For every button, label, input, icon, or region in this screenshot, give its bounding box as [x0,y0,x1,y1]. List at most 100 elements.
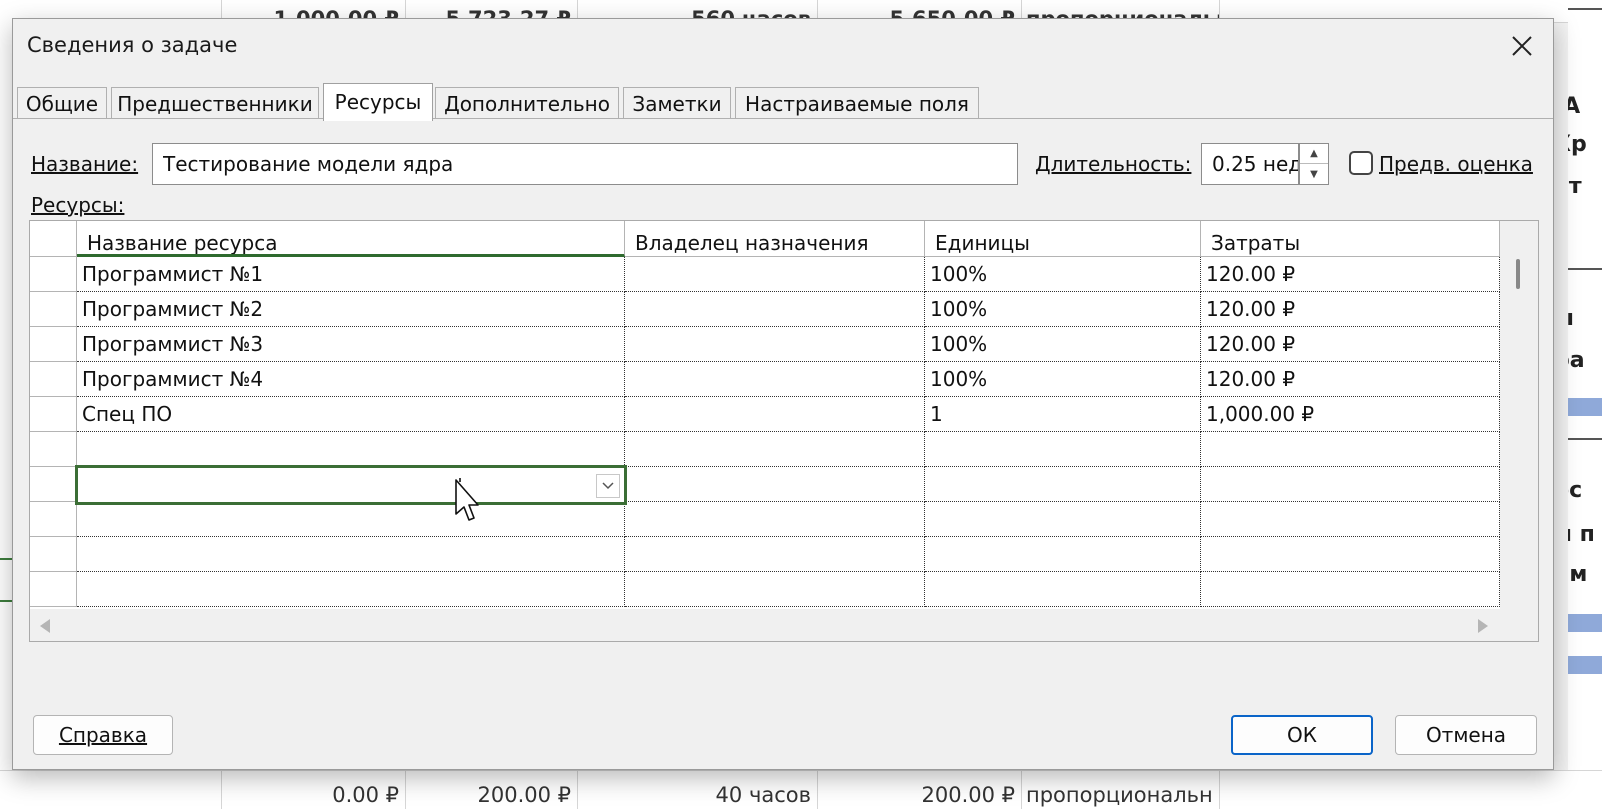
cell-units[interactable]: 100% [925,257,1201,292]
bg-fragment: ос [1568,478,1583,503]
cell-owner[interactable] [625,257,925,292]
cell-resource-name[interactable]: Программист №2 [77,292,625,327]
cell-units[interactable] [925,572,1201,607]
row-header[interactable] [30,397,77,432]
close-button[interactable] [1499,25,1545,67]
cell-resource-name[interactable]: Спец ПО [77,397,625,432]
gantt-bar [1568,398,1602,416]
column-header-resource-name[interactable]: Название ресурса [77,221,625,257]
cell-units[interactable]: 100% [925,362,1201,397]
tab-predecessors[interactable]: Предшественники [111,87,319,119]
bg-cell: 40 часов [578,771,818,809]
cell-units[interactable] [925,467,1201,502]
row-header[interactable] [30,257,77,292]
resources-label: Ресурсы: [31,193,125,217]
cancel-button[interactable]: Отмена [1395,715,1537,755]
help-button[interactable]: Справка [33,715,173,755]
dialog-title: Сведения о задаче [27,33,238,57]
row-header[interactable] [30,327,77,362]
task-info-dialog: Сведения о задаче Общие Предшественники … [12,18,1554,770]
close-icon [1512,36,1532,56]
bg-cell: 0.00 ₽ [222,771,406,809]
cell-cost[interactable] [1201,537,1500,572]
row-header[interactable] [30,537,77,572]
cell-owner[interactable] [625,537,925,572]
cell-resource-name[interactable] [77,502,625,537]
cell-owner[interactable] [625,397,925,432]
cell-cost[interactable] [1201,467,1500,502]
bg-cell: пропорциональн [1022,771,1220,809]
row-header[interactable] [30,467,77,502]
spin-down-icon[interactable]: ▼ [1300,164,1328,184]
tab-resources[interactable]: Ресурсы [323,83,433,121]
column-header-owner[interactable]: Владелец назначения [625,221,925,257]
cell-units[interactable]: 1 [925,397,1201,432]
cell-resource-name[interactable]: Программист №1 [77,257,625,292]
chevron-down-icon [602,482,614,490]
cell-owner[interactable] [625,432,925,467]
spin-up-icon[interactable]: ▲ [1300,144,1328,164]
cell-cost[interactable]: 120.00 ₽ [1201,257,1500,292]
cell-owner[interactable] [625,292,925,327]
tab-custom-fields[interactable]: Настраиваемые поля [735,87,979,119]
duration-input[interactable] [1201,143,1299,185]
cell-units[interactable]: 100% [925,292,1201,327]
cell-cost[interactable]: 1,000.00 ₽ [1201,397,1500,432]
cell-resource-name[interactable] [77,572,625,607]
tab-notes[interactable]: Заметки [623,87,731,119]
column-header-cost[interactable]: Затраты [1201,221,1500,257]
cell-cost[interactable]: 120.00 ₽ [1201,362,1500,397]
scroll-right-icon[interactable] [1478,619,1488,633]
duration-spinner[interactable]: ▲ ▼ [1299,143,1329,185]
resource-dropdown-button[interactable] [596,474,620,498]
cell-units[interactable] [925,537,1201,572]
cell-owner[interactable] [625,362,925,397]
cell-units[interactable] [925,502,1201,537]
ok-button[interactable]: ОК [1231,715,1373,755]
cell-cost[interactable] [1201,432,1500,467]
bg-fragment: м п [1568,522,1595,547]
bg-fragment: ра [1568,348,1585,373]
cell-resource-name[interactable]: Программист №3 [77,327,625,362]
background-sheet-left-edge [0,22,12,770]
select-all-corner[interactable] [30,221,77,257]
bg-cell: 200.00 ₽ [818,771,1022,809]
cell-cost[interactable]: 120.00 ₽ [1201,292,1500,327]
cell-units[interactable] [925,432,1201,467]
row-header[interactable] [30,502,77,537]
estimate-label: Предв. оценка [1379,152,1533,176]
cell-owner[interactable] [625,572,925,607]
background-gantt-edge: -А Хр ат ы ра ос м п им [1568,0,1602,808]
cell-resource-name[interactable]: Программист №4 [77,362,625,397]
cell-resource-name[interactable] [77,537,625,572]
bg-cell: 200.00 ₽ [406,771,578,809]
cell-resource-name[interactable] [77,432,625,467]
cell-cost[interactable] [1201,502,1500,537]
resource-name-editor[interactable] [75,465,627,505]
horizontal-scrollbar[interactable] [30,609,1500,641]
mouse-pointer-icon [455,478,479,521]
cell-owner[interactable] [625,467,925,502]
column-header-units[interactable]: Единицы [925,221,1201,257]
cell-cost[interactable] [1201,572,1500,607]
resources-grid: Название ресурса Владелец назначения Еди… [29,220,1539,642]
row-header[interactable] [30,432,77,467]
cell-owner[interactable] [625,502,925,537]
scroll-left-icon[interactable] [40,619,50,633]
row-header[interactable] [30,572,77,607]
bg-cell [0,771,222,809]
scrollbar-thumb[interactable] [1516,259,1520,289]
cell-units[interactable]: 100% [925,327,1201,362]
row-header[interactable] [30,362,77,397]
estimate-checkbox[interactable] [1349,151,1373,175]
task-name-input[interactable] [152,143,1018,185]
cell-cost[interactable]: 120.00 ₽ [1201,327,1500,362]
row-header[interactable] [30,292,77,327]
background-sheet-bottom-row: 0.00 ₽ 200.00 ₽ 40 часов 200.00 ₽ пропор… [0,770,1602,809]
bg-fragment: ат [1568,174,1582,199]
gantt-bar [1568,614,1602,632]
vertical-scrollbar[interactable] [1502,221,1538,609]
tab-advanced[interactable]: Дополнительно [435,87,619,119]
cell-owner[interactable] [625,327,925,362]
tab-general[interactable]: Общие [17,87,107,119]
